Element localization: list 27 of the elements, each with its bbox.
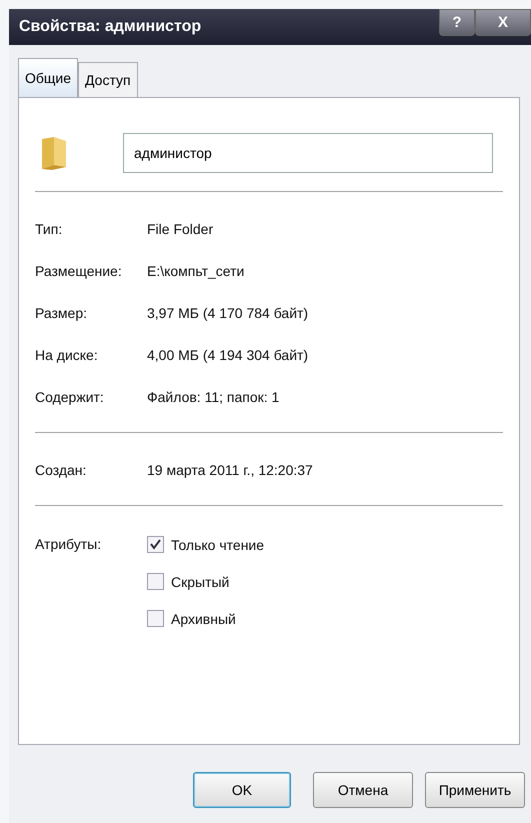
property-value: E:\компьт_сети (147, 263, 244, 279)
checkbox[interactable]: Только чтение (147, 536, 264, 553)
tab[interactable]: Общие (18, 58, 78, 97)
dialog-button[interactable]: Отмена (313, 772, 413, 808)
property-value: Файлов: 11; папок: 1 (147, 389, 280, 405)
check-mark-icon (150, 539, 161, 550)
help-button[interactable]: ? (439, 9, 475, 36)
checkbox[interactable]: Архивный (147, 610, 264, 627)
window-title: Свойства: администор (19, 18, 202, 36)
tab[interactable]: Доступ (78, 62, 138, 97)
property-label: На диске: (35, 347, 99, 363)
property-value: 4,00 МБ (4 194 304 байт) (147, 347, 308, 363)
close-button[interactable]: X (475, 9, 531, 36)
folder-icon (40, 135, 68, 171)
attributes-label: Атрибуты: (35, 536, 102, 554)
dialog-button[interactable]: OK (193, 772, 291, 808)
checkbox[interactable]: Скрытый (147, 573, 264, 590)
property-label: Размещение: (35, 263, 123, 279)
property-label: Содержит: (35, 389, 105, 405)
property-label: Тип: (35, 221, 64, 237)
property-label: Создан: (35, 462, 88, 478)
property-value: File Folder (147, 221, 214, 237)
name-field[interactable]: администор (123, 133, 493, 173)
dialog-button[interactable]: Применить (425, 772, 525, 808)
property-value: 3,97 МБ (4 170 784 байт) (147, 305, 308, 321)
property-label: Размер: (35, 305, 88, 321)
property-value: 19 марта 2011 г., 12:20:37 (147, 462, 313, 478)
